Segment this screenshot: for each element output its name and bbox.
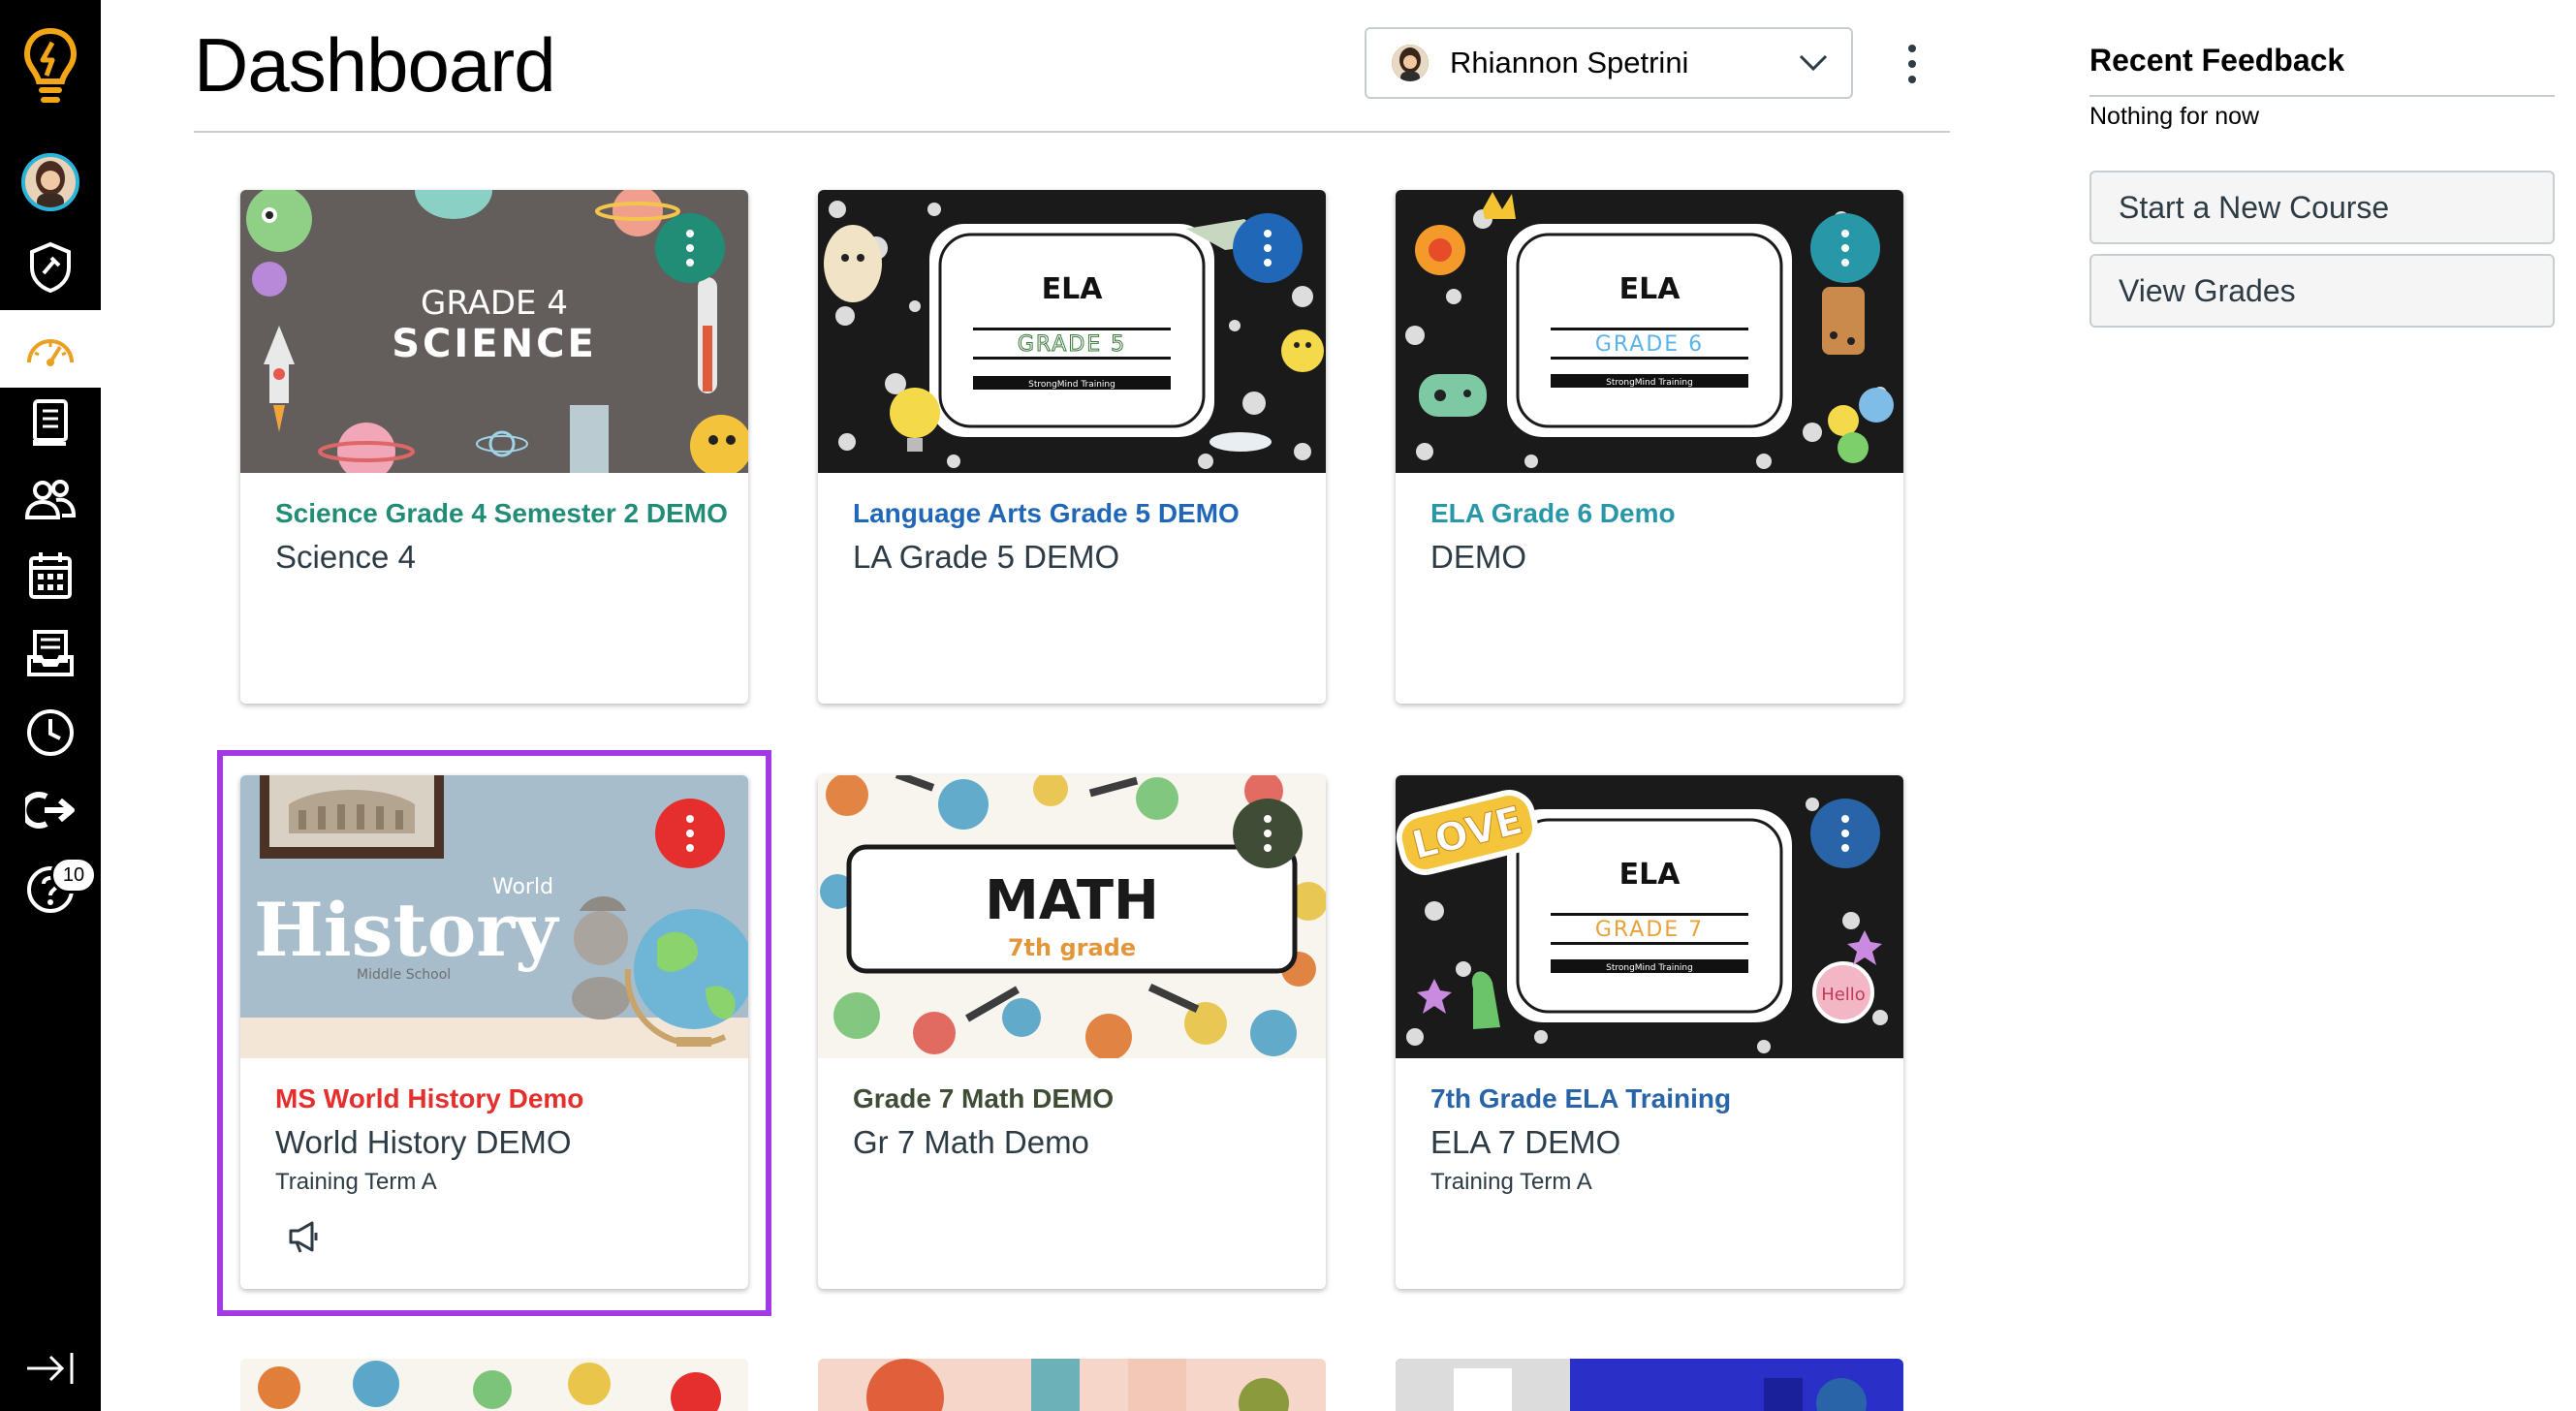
avatar: [1392, 45, 1429, 81]
card-options-button[interactable]: [655, 799, 725, 868]
page-title: Dashboard: [194, 22, 556, 108]
course-code[interactable]: World History DEMO: [275, 1124, 572, 1161]
course-title[interactable]: Language Arts Grade 5 DEMO: [853, 498, 1240, 529]
course-code[interactable]: DEMO: [1430, 539, 1526, 576]
book-icon[interactable]: [0, 384, 101, 461]
lightbulb-icon[interactable]: [0, 19, 101, 116]
global-nav: 10: [0, 0, 101, 1411]
course-term: Training Term A: [1430, 1169, 1592, 1195]
view-grades-button[interactable]: View Grades: [2089, 254, 2555, 328]
help-badge: 10: [50, 857, 97, 894]
announcements-icon[interactable]: [287, 1219, 322, 1259]
course-card[interactable]: MATH 7th grade Grade 7 Math DEMO Gr 7 Ma…: [818, 775, 1326, 1289]
start-new-course-button[interactable]: Start a New Course: [2089, 171, 2555, 244]
hero-text-level: Middle School: [357, 967, 451, 983]
course-code[interactable]: Gr 7 Math Demo: [853, 1124, 1089, 1161]
calendar-icon[interactable]: [0, 537, 101, 614]
hero-text-brand: StrongMind Training: [1606, 963, 1693, 973]
shield-icon[interactable]: [0, 229, 101, 306]
header-divider: [194, 131, 1950, 133]
course-code[interactable]: LA Grade 5 DEMO: [853, 539, 1119, 576]
people-icon[interactable]: [0, 461, 101, 539]
course-card-partial[interactable]: [240, 1359, 748, 1411]
course-title[interactable]: 7th Grade ELA Training: [1430, 1083, 1731, 1114]
clock-icon[interactable]: [0, 694, 101, 771]
hero-text-grade: GRADE 5: [1018, 332, 1126, 357]
card-options-button[interactable]: [1233, 799, 1303, 868]
card-options-button[interactable]: [1233, 213, 1303, 283]
course-card[interactable]: World History Middle School MS World His…: [240, 775, 748, 1289]
hero-text-grade: GRADE 4: [421, 284, 568, 323]
account-avatar[interactable]: [0, 143, 101, 221]
hero-text-subject: ELA: [1619, 272, 1681, 306]
course-card[interactable]: GRADE 4 SCIENCE Science Grade 4 Semester…: [240, 190, 748, 704]
hero-text-subject: SCIENCE: [392, 322, 597, 366]
hero-text-subject: History: [254, 887, 559, 973]
hero-text-subject: ELA: [1042, 272, 1104, 306]
course-title[interactable]: MS World History Demo: [275, 1083, 583, 1114]
card-options-button[interactable]: [1810, 799, 1880, 868]
dashboard-options-button[interactable]: [1895, 37, 1930, 91]
speedometer-icon[interactable]: [0, 310, 101, 388]
course-title[interactable]: ELA Grade 6 Demo: [1430, 498, 1676, 529]
user-select[interactable]: Rhiannon Spetrini: [1365, 27, 1853, 99]
hero-text-subject: ELA: [1619, 858, 1681, 892]
user-select-value: Rhiannon Spetrini: [1450, 46, 1689, 79]
chevron-down-icon: [1799, 54, 1828, 72]
course-code[interactable]: ELA 7 DEMO: [1430, 1124, 1620, 1161]
course-card-partial[interactable]: [1396, 1359, 1903, 1411]
recent-feedback-heading: Recent Feedback: [2089, 43, 2345, 78]
hero-text-grade: GRADE 7: [1595, 918, 1704, 942]
card-options-button[interactable]: [655, 213, 725, 283]
collapse-nav-icon[interactable]: [0, 1330, 101, 1407]
recent-feedback-empty: Nothing for now: [2089, 103, 2260, 130]
course-card-partial[interactable]: [818, 1359, 1326, 1411]
course-card[interactable]: ELA GRADE 7 StrongMind Training LOVE Hel…: [1396, 775, 1903, 1289]
course-title[interactable]: Grade 7 Math DEMO: [853, 1083, 1114, 1114]
hero-text-brand: StrongMind Training: [1028, 380, 1115, 390]
hero-text-grade: 7th grade: [1008, 934, 1136, 961]
share-arrow-icon[interactable]: [0, 771, 101, 849]
recent-feedback-divider: [2089, 95, 2555, 97]
inbox-icon[interactable]: [0, 614, 101, 692]
hero-sticker-hello: Hello: [1821, 985, 1866, 1005]
hero-text-grade: GRADE 6: [1595, 332, 1704, 357]
course-card[interactable]: ELA GRADE 6 StrongMind Training ELA Grad…: [1396, 190, 1903, 704]
hero-text-brand: StrongMind Training: [1606, 378, 1693, 388]
hero-text-subject: MATH: [985, 869, 1159, 932]
card-options-button[interactable]: [1810, 213, 1880, 283]
course-title[interactable]: Science Grade 4 Semester 2 DEMO: [275, 498, 728, 529]
course-term: Training Term A: [275, 1169, 437, 1195]
course-card[interactable]: ELA GRADE 5 StrongMind Training Language…: [818, 190, 1326, 704]
course-code[interactable]: Science 4: [275, 539, 416, 576]
